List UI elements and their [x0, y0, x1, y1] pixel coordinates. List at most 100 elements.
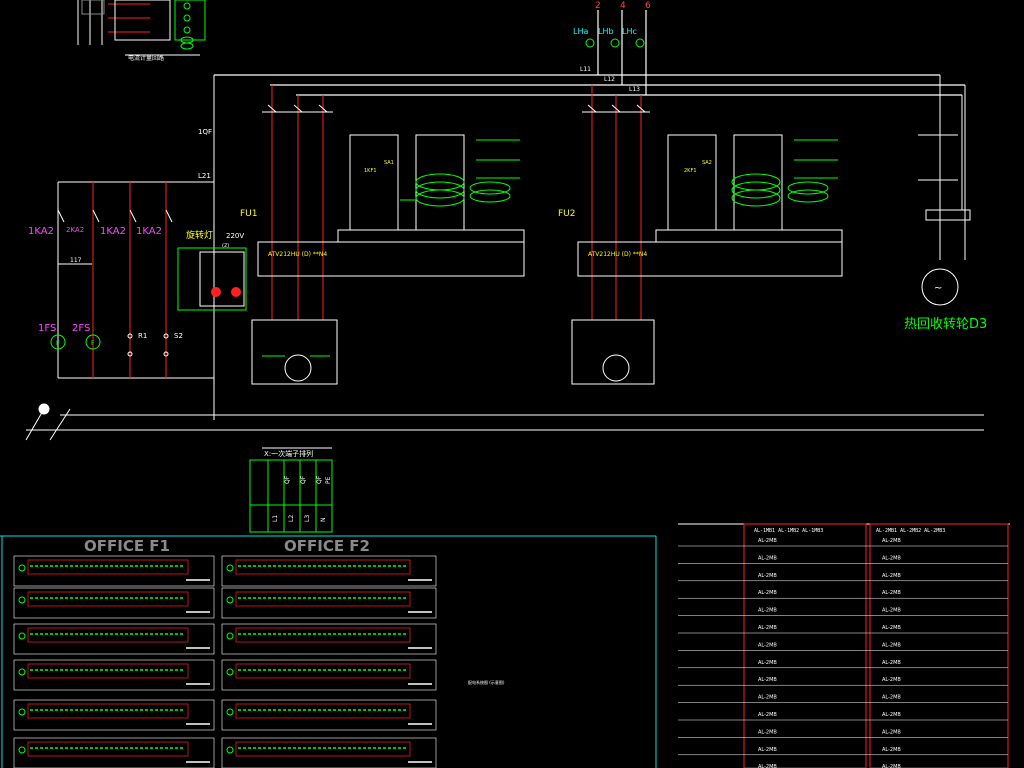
drive-model-2: ATV212HU (D) **N4: [588, 251, 647, 258]
panel-row: [221, 555, 437, 587]
relay-label-4: 1KA2: [136, 226, 162, 237]
drive-relay-2: 2KF1: [684, 168, 697, 174]
fan-label-1: 1FS: [38, 323, 56, 334]
ct-label-a: LHa: [573, 27, 588, 36]
bus-label-l12: L12: [604, 76, 615, 83]
bus-label-l13: L13: [629, 86, 640, 93]
right-table-cell-left: AL-2MB: [758, 660, 777, 666]
panel-title-1: OFFICE F1: [84, 537, 170, 555]
panel-breaker-icon: [226, 708, 234, 716]
right-table-cell-left: AL-2MB: [758, 625, 777, 631]
panel-breaker-icon: [226, 596, 234, 604]
panel-breaker-group: [235, 703, 411, 719]
right-table-cell-right: AL-2MB: [882, 573, 901, 579]
fuse-label-1: FU1: [240, 209, 258, 219]
right-table-cell-right: AL-2MB: [882, 712, 901, 718]
motor-icon-1: [284, 354, 312, 382]
panel-row: [221, 699, 437, 731]
svg-text:L3: L3: [304, 515, 311, 522]
panel-breaker-icon: [226, 564, 234, 572]
fan-labels: 1FS 2FS: [38, 323, 90, 334]
right-table-rows: AL-2MB AL-2MB AL-2MB AL-2MB AL-2MB AL-2MB AL-2…: [678, 538, 1008, 768]
svg-text:F: F: [56, 340, 60, 347]
panel-row: [221, 737, 437, 768]
svg-text:F: F: [91, 340, 95, 347]
fan-label-2: 2FS: [72, 323, 90, 334]
switch-label-r1: R1: [138, 332, 147, 340]
cad-schematic-canvas: 电流计量回路 2 4 6 LHa LHb LHc L11 L12 L13 1QF…: [0, 0, 1010, 768]
right-table-cell-right: AL-2MB: [882, 729, 901, 735]
panel-breaker-group: [235, 663, 411, 679]
right-table-cell-right: AL-2MB: [882, 642, 901, 648]
indicator-voltage: 220V: [226, 232, 244, 240]
panel-breaker-group: [235, 741, 411, 757]
panel-row: [13, 555, 215, 587]
panel-breaker-icon: [226, 632, 234, 640]
right-table-cell-left: AL-2MB: [758, 712, 777, 718]
panel-row: [13, 623, 215, 655]
drive-relay-1: 1KF1: [364, 168, 377, 174]
fuse-label-2: FU2: [558, 209, 576, 219]
breaker-label: 1QF: [198, 128, 212, 136]
drive-switch-1: SA1: [384, 160, 394, 166]
control-phase-lines: [92, 182, 167, 378]
right-table-cell-right: AL-2MB: [882, 747, 901, 753]
wire-number: 117: [70, 257, 82, 264]
right-table-cell-left: AL-2MB: [758, 590, 777, 596]
switch-labels: R1 S2: [138, 332, 183, 340]
right-table-cell-right: AL-2MB: [882, 677, 901, 683]
drive-1-circuit: [251, 85, 525, 385]
bus-line-labels: L11 L12 L13: [580, 66, 640, 93]
panel-breaker-group: [27, 741, 189, 757]
panel-breaker-icon: [18, 668, 26, 676]
metering-caption: 电流计量回路: [128, 54, 164, 62]
panel-row: [13, 699, 215, 731]
relay-label-1: 1KA2: [28, 226, 54, 237]
svg-text:L2: L2: [288, 515, 295, 522]
right-table-cell-left: AL-2MB: [758, 608, 777, 614]
right-table-cell-left: AL-2MB: [758, 573, 777, 579]
ct-symbols: [585, 38, 645, 48]
panel-breaker-group: [235, 591, 411, 607]
right-table: [678, 523, 1010, 768]
svg-text:~: ~: [934, 283, 942, 294]
terminal-table-title: X:一次端子排列: [264, 449, 313, 458]
panel-row: [221, 659, 437, 691]
right-table-cell-right: AL-2MB: [882, 625, 901, 631]
panel-breaker-icon: [18, 708, 26, 716]
panel-breaker-icon: [18, 632, 26, 640]
panel-breaker-icon: [226, 668, 234, 676]
svg-text:N: N: [320, 518, 327, 523]
indicator-sub: (2): [222, 243, 229, 249]
right-table-cell-left: AL-2MB: [758, 677, 777, 683]
right-table-cell-left: AL-2MB: [758, 695, 777, 701]
ground-symbol: [25, 403, 984, 441]
phase-number-3: 6: [645, 1, 651, 11]
motor-icon-2: [602, 354, 630, 382]
panel-breaker-group: [235, 627, 411, 643]
indicator-label: 旋转灯: [186, 229, 213, 241]
right-table-header-right: AL-2MB1 AL-2MB2 AL-2MB3: [876, 528, 945, 534]
indicator-lamp-box: [177, 247, 247, 311]
bottom-frame: [0, 535, 657, 768]
panel-breaker-icon: [18, 746, 26, 754]
svg-text:QF: QF: [316, 475, 323, 484]
panel-title-2: OFFICE F2: [284, 537, 370, 555]
right-table-cell-right: AL-2MB: [882, 555, 901, 561]
relay-contacts: [57, 209, 173, 223]
right-table-cell-left: AL-2MB: [758, 642, 777, 648]
right-table-cell-right: AL-2MB: [882, 695, 901, 701]
right-table-cell-left: AL-2MB: [758, 747, 777, 753]
motor-label: 热回收转轮D3: [904, 317, 987, 332]
bus-label-l11: L11: [580, 66, 591, 73]
svg-text:L1: L1: [272, 515, 279, 522]
panel-row: [13, 659, 215, 691]
svg-text:QF: QF: [284, 475, 291, 484]
panel-breaker-group: [235, 559, 411, 575]
drive-switch-2: SA2: [702, 160, 712, 166]
relay-label-3: 1KA2: [100, 226, 126, 237]
panel-row: [13, 587, 215, 619]
panel-breaker-icon: [226, 746, 234, 754]
drive-model-1: ATV212HU (D) **N4: [268, 251, 327, 258]
indicator-lamp-icon-2: [231, 287, 241, 297]
